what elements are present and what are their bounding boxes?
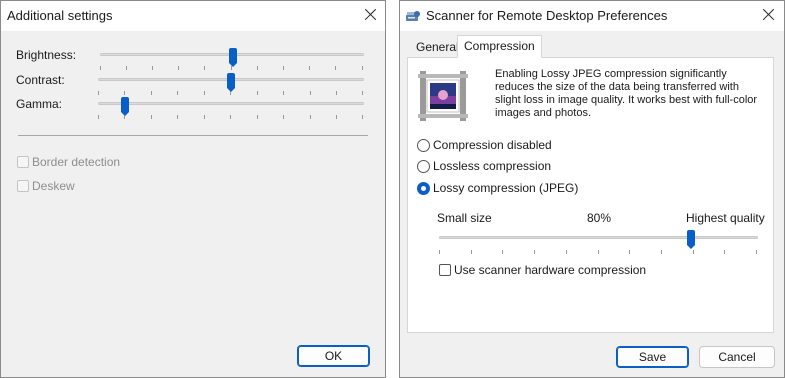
gamma-thumb[interactable] [121,97,129,116]
border-detection-label: Border detection [32,155,121,169]
left-dialog-title: Additional settings [7,8,113,23]
left-title-bar: Additional settings [1,1,385,31]
brightness-label: Brightness: [16,48,77,62]
hardware-compression-label: Use scanner hardware compression [454,263,647,277]
quality-track [439,236,758,239]
radio-lossless-label: Lossless compression [433,159,552,173]
description-text: Enabling Lossy JPEG compression signific… [495,68,758,119]
small-size-label: Small size [437,211,492,225]
radio-compression-disabled-label: Compression disabled [433,138,552,152]
border-detection-box[interactable] [17,156,29,168]
highest-quality-label: Highest quality [686,211,765,225]
compression-panel: Enabling Lossy JPEG compression signific… [407,57,774,333]
right-dialog-title: Scanner for Remote Desktop Preferences [426,8,668,23]
additional-settings-dialog: Additional settings Brightness: Contrast… [0,0,386,378]
quality-thumb[interactable] [687,230,695,249]
brightness-thumb[interactable] [229,48,237,67]
preferences-dialog: Scanner for Remote Desktop Preferences G… [399,0,785,378]
deskew-label: Deskew [32,179,75,193]
deskew-box[interactable] [17,180,29,192]
ok-button[interactable]: OK [297,345,370,367]
radio-lossy-jpeg-label: Lossy compression (JPEG) [433,181,579,195]
gamma-ticks [98,115,364,119]
cancel-button[interactable]: Cancel [699,346,775,368]
gamma-track [98,102,364,105]
gamma-label: Gamma: [16,97,63,111]
save-button[interactable]: Save [616,346,689,368]
right-title-bar: Scanner for Remote Desktop Preferences [400,1,784,31]
compression-graphic-icon [415,68,471,124]
contrast-label: Contrast: [16,73,65,87]
close-icon[interactable] [360,5,382,25]
quality-value-label: 80% [587,211,612,225]
hardware-compression-box[interactable] [439,264,451,276]
separator [18,135,368,136]
tab-compression[interactable]: Compression [457,35,542,58]
radio-lossy-jpeg-circle[interactable] [417,182,430,195]
quality-ticks [439,250,758,254]
radio-compression-disabled-circle[interactable] [417,139,430,152]
contrast-thumb[interactable] [227,73,235,92]
app-icon [405,9,421,23]
radio-lossless-circle[interactable] [417,160,430,173]
close-icon[interactable] [758,5,780,25]
